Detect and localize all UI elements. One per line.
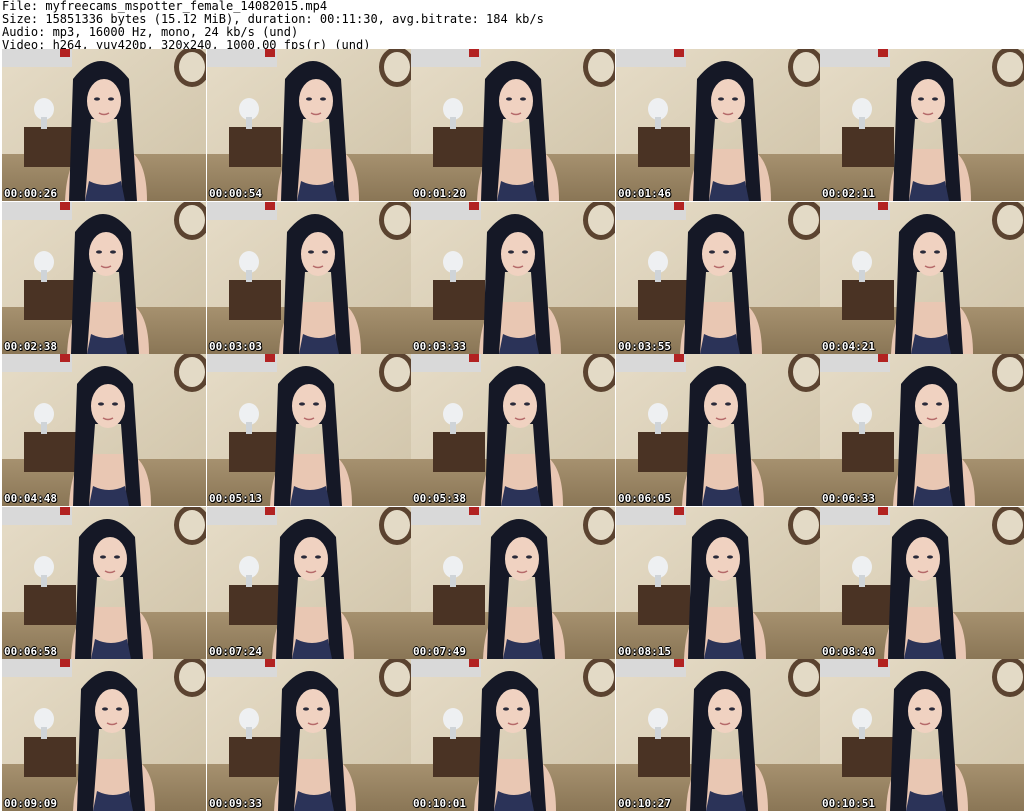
video-thumbnail: 00:02:38 <box>2 202 206 354</box>
thumbnail-timestamp: 00:03:33 <box>413 340 466 353</box>
video-thumbnail: 00:09:09 <box>2 659 206 811</box>
video-thumbnail: 00:06:58 <box>2 507 206 659</box>
thumbnail-timestamp: 00:03:03 <box>209 340 262 353</box>
video-thumbnail: 00:03:55 <box>616 202 820 354</box>
thumbnail-timestamp: 00:00:54 <box>209 187 262 200</box>
thumbnail-timestamp: 00:10:01 <box>413 797 466 810</box>
thumbnail-frame-image <box>820 507 1024 659</box>
thumbnail-timestamp: 00:08:15 <box>618 645 671 658</box>
thumbnail-frame-image <box>411 49 615 201</box>
thumbnail-frame-image <box>616 49 820 201</box>
thumbnail-timestamp: 00:10:51 <box>822 797 875 810</box>
thumbnail-timestamp: 00:02:38 <box>4 340 57 353</box>
video-thumbnail: 00:03:03 <box>207 202 411 354</box>
video-thumbnail: 00:01:46 <box>616 49 820 201</box>
thumbnail-timestamp: 00:08:40 <box>822 645 875 658</box>
video-thumbnail: 00:08:15 <box>616 507 820 659</box>
thumbnail-timestamp: 00:00:26 <box>4 187 57 200</box>
file-info-header: File: myfreecams_mspotter_female_1408201… <box>2 0 1022 52</box>
thumbnail-timestamp: 00:06:58 <box>4 645 57 658</box>
thumbnail-frame-image <box>616 354 820 506</box>
thumbnail-timestamp: 00:01:20 <box>413 187 466 200</box>
video-thumbnail: 00:08:40 <box>820 507 1024 659</box>
thumbnail-frame-image <box>616 507 820 659</box>
thumbnail-frame-image <box>2 659 206 811</box>
thumbnail-frame-image <box>207 202 411 354</box>
video-thumbnail: 00:04:21 <box>820 202 1024 354</box>
thumbnail-frame-image <box>411 202 615 354</box>
thumbnail-frame-image <box>616 659 820 811</box>
thumbnail-timestamp: 00:05:13 <box>209 492 262 505</box>
video-thumbnail: 00:10:01 <box>411 659 615 811</box>
video-thumbnail: 00:00:26 <box>2 49 206 201</box>
thumbnail-timestamp: 00:02:11 <box>822 187 875 200</box>
video-thumbnail: 00:02:11 <box>820 49 1024 201</box>
video-thumbnail: 00:00:54 <box>207 49 411 201</box>
thumbnail-frame-image <box>207 354 411 506</box>
thumbnail-frame-image <box>2 202 206 354</box>
thumbnail-frame-image <box>411 354 615 506</box>
video-thumbnail: 00:07:24 <box>207 507 411 659</box>
thumbnail-frame-image <box>207 49 411 201</box>
thumbnail-timestamp: 00:07:49 <box>413 645 466 658</box>
thumbnail-timestamp: 00:09:09 <box>4 797 57 810</box>
thumbnail-frame-image <box>820 354 1024 506</box>
thumbnail-frame-image <box>411 659 615 811</box>
video-thumbnail: 00:05:13 <box>207 354 411 506</box>
thumbnail-timestamp: 00:03:55 <box>618 340 671 353</box>
video-thumbnail: 00:05:38 <box>411 354 615 506</box>
thumbnail-timestamp: 00:01:46 <box>618 187 671 200</box>
thumbnail-frame-image <box>2 507 206 659</box>
thumbnail-timestamp: 00:05:38 <box>413 492 466 505</box>
video-thumbnail: 00:10:27 <box>616 659 820 811</box>
thumbnail-frame-image <box>207 659 411 811</box>
thumbnail-frame-image <box>820 202 1024 354</box>
video-thumbnail: 00:06:33 <box>820 354 1024 506</box>
video-thumbnail: 00:07:49 <box>411 507 615 659</box>
thumbnail-timestamp: 00:04:21 <box>822 340 875 353</box>
thumbnail-frame-image <box>207 507 411 659</box>
video-thumbnail: 00:01:20 <box>411 49 615 201</box>
thumbnail-timestamp: 00:06:33 <box>822 492 875 505</box>
thumbnail-frame-image <box>2 354 206 506</box>
thumbnail-frame-image <box>411 507 615 659</box>
video-thumbnail: 00:03:33 <box>411 202 615 354</box>
video-thumbnail: 00:10:51 <box>820 659 1024 811</box>
thumbnail-frame-image <box>820 49 1024 201</box>
thumbnail-frame-image <box>616 202 820 354</box>
thumbnail-timestamp: 00:10:27 <box>618 797 671 810</box>
thumbnail-timestamp: 00:04:48 <box>4 492 57 505</box>
video-thumbnail: 00:09:33 <box>207 659 411 811</box>
video-thumbnail: 00:04:48 <box>2 354 206 506</box>
thumbnail-timestamp: 00:09:33 <box>209 797 262 810</box>
thumbnail-timestamp: 00:07:24 <box>209 645 262 658</box>
thumbnail-grid: 00:00:26 00:00:54 00:01:20 00:01:46 00:02:11… <box>0 49 1024 811</box>
thumbnail-frame-image <box>2 49 206 201</box>
video-thumbnail: 00:06:05 <box>616 354 820 506</box>
thumbnail-timestamp: 00:06:05 <box>618 492 671 505</box>
thumbnail-frame-image <box>820 659 1024 811</box>
